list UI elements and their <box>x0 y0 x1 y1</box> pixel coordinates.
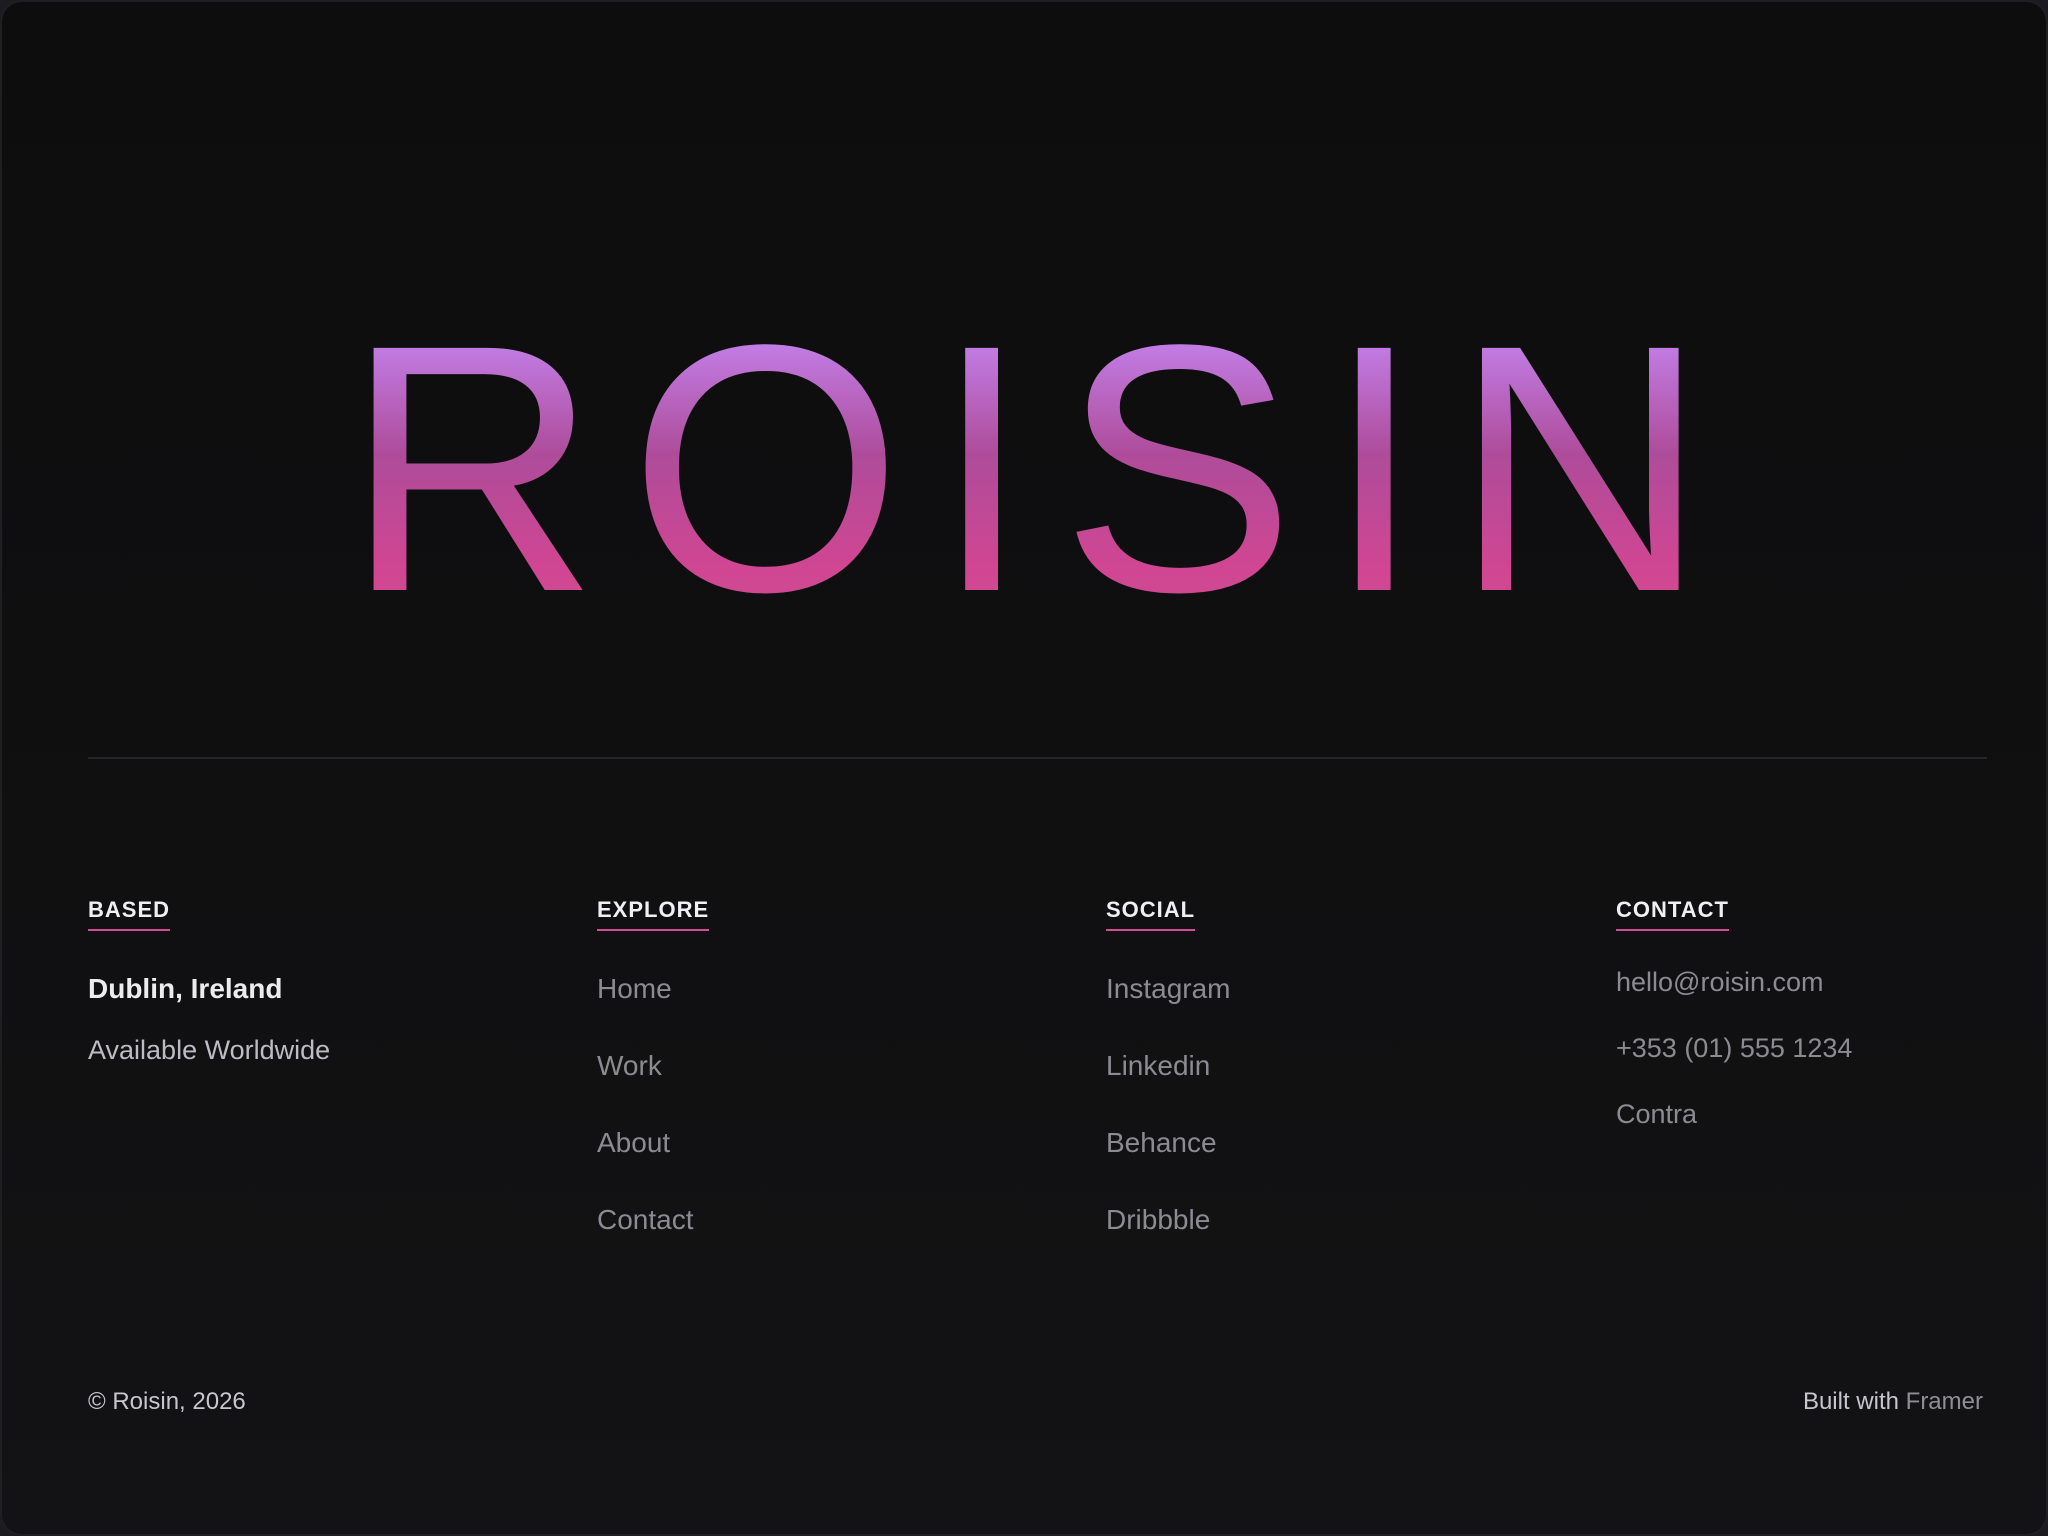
explore-column: EXPLORE Home Work About Contact <box>597 897 710 1235</box>
location-text: Dublin, Ireland <box>88 973 283 1004</box>
section-divider <box>88 757 1987 759</box>
explore-link-home[interactable]: Home <box>597 973 694 1050</box>
explore-link-contact[interactable]: Contact <box>597 1204 694 1281</box>
contact-column: CONTACT hello@roisin.com +353 (01) 555 1… <box>1616 897 1852 1129</box>
explore-links: Home Work About Contact <box>597 973 694 1281</box>
explore-link-about[interactable]: About <box>597 1127 694 1204</box>
built-with: Built with Framer <box>1803 1388 1983 1416</box>
page-frame: ROISIN BASED Dublin, Ireland Available W… <box>0 0 2048 1536</box>
explore-heading: EXPLORE <box>597 897 710 931</box>
built-with-prefix: Built with <box>1802 1388 1899 1415</box>
social-heading: SOCIAL <box>1106 897 1196 931</box>
based-column: BASED Dublin, Ireland Available Worldwid… <box>88 897 330 1065</box>
social-column: SOCIAL Instagram Linkedin Behance Dribbb… <box>1106 897 1231 1235</box>
social-link-linkedin[interactable]: Linkedin <box>1106 1050 1231 1127</box>
contact-heading: CONTACT <box>1616 897 1729 931</box>
social-links: Instagram Linkedin Behance Dribbble <box>1106 973 1231 1281</box>
contact-phone-link[interactable]: +353 (01) 555 1234 <box>1616 1033 1852 1099</box>
availability-text: Available Worldwide <box>88 1035 331 1065</box>
social-link-instagram[interactable]: Instagram <box>1106 973 1231 1050</box>
framer-link[interactable]: Framer <box>1906 1388 1983 1415</box>
copyright-text: © Roisin, 2026 <box>88 1388 246 1415</box>
explore-link-work[interactable]: Work <box>597 1050 694 1127</box>
contact-contra-link[interactable]: Contra <box>1616 1099 1852 1165</box>
social-link-dribbble[interactable]: Dribbble <box>1106 1204 1231 1281</box>
contact-email-link[interactable]: hello@roisin.com <box>1616 967 1852 1033</box>
based-heading: BASED <box>88 897 171 931</box>
hero-title: ROISIN <box>2 292 2046 644</box>
contact-links: hello@roisin.com +353 (01) 555 1234 Cont… <box>1616 967 1852 1165</box>
social-link-behance[interactable]: Behance <box>1106 1127 1231 1204</box>
